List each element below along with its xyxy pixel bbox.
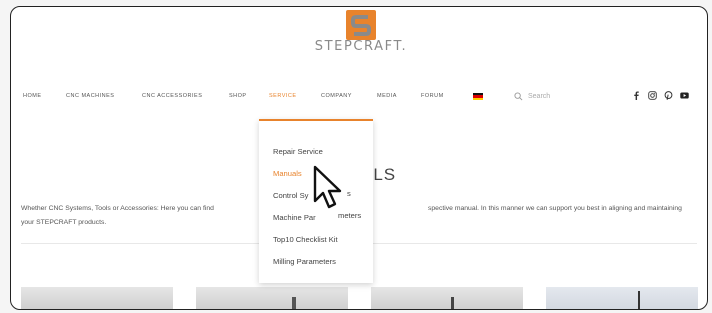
nav-item-cnc-machines[interactable]: CNC MACHINES	[66, 93, 114, 99]
mouse-cursor-icon	[313, 165, 342, 209]
manual-thumbnail-3[interactable]	[371, 287, 523, 309]
intro-line-2: your STEPCRAFT products.	[21, 219, 107, 226]
search-icon	[514, 91, 523, 100]
nav-item-home[interactable]: HOME	[23, 93, 42, 99]
main-navigation: HOME CNC MACHINES CNC ACCESSORIES SHOP S…	[11, 89, 707, 107]
nav-item-cnc-accessories[interactable]: CNC ACCESSORIES	[142, 93, 202, 99]
nav-item-shop[interactable]: SHOP	[229, 93, 247, 99]
nav-item-service[interactable]: SERVICE	[269, 93, 297, 99]
menu-item-milling-parameters[interactable]: Milling Parameters	[273, 257, 336, 266]
nav-item-company[interactable]: COMPANY	[321, 93, 352, 99]
menu-item-top10-checklist-kit[interactable]: Top10 Checklist Kit	[273, 235, 338, 244]
pinterest-icon[interactable]	[664, 91, 673, 100]
brand-name[interactable]: STEPCRAFT.	[299, 39, 423, 54]
intro-line-1-right: spective manual. In this manner we can s…	[428, 205, 682, 212]
menu-item-control-systems-tail: s	[347, 189, 351, 198]
menu-item-control-systems[interactable]: Control Sy	[273, 191, 308, 200]
search-placeholder: Search	[528, 92, 551, 100]
intro-line-1-left: Whether CNC Systems, Tools or Accessorie…	[21, 205, 214, 212]
menu-item-repair-service[interactable]: Repair Service	[273, 147, 323, 156]
german-flag-icon[interactable]	[473, 93, 483, 100]
menu-item-machine-parameters[interactable]: Machine Par	[273, 213, 316, 222]
instagram-icon[interactable]	[648, 91, 657, 100]
stepcraft-logo-icon[interactable]	[346, 10, 376, 40]
browser-viewport: STEPCRAFT. HOME CNC MACHINES CNC ACCESSO…	[10, 6, 708, 310]
nav-item-forum[interactable]: FORUM	[421, 93, 444, 99]
manual-thumbnail-2[interactable]	[196, 287, 348, 309]
facebook-icon[interactable]	[632, 91, 641, 100]
youtube-icon[interactable]	[680, 91, 689, 100]
manual-thumbnail-4[interactable]	[546, 287, 698, 309]
menu-item-manuals[interactable]: Manuals	[273, 169, 302, 178]
nav-item-media[interactable]: MEDIA	[377, 93, 397, 99]
search-field[interactable]: Search	[514, 90, 550, 102]
manual-thumbnail-1[interactable]	[21, 287, 173, 309]
